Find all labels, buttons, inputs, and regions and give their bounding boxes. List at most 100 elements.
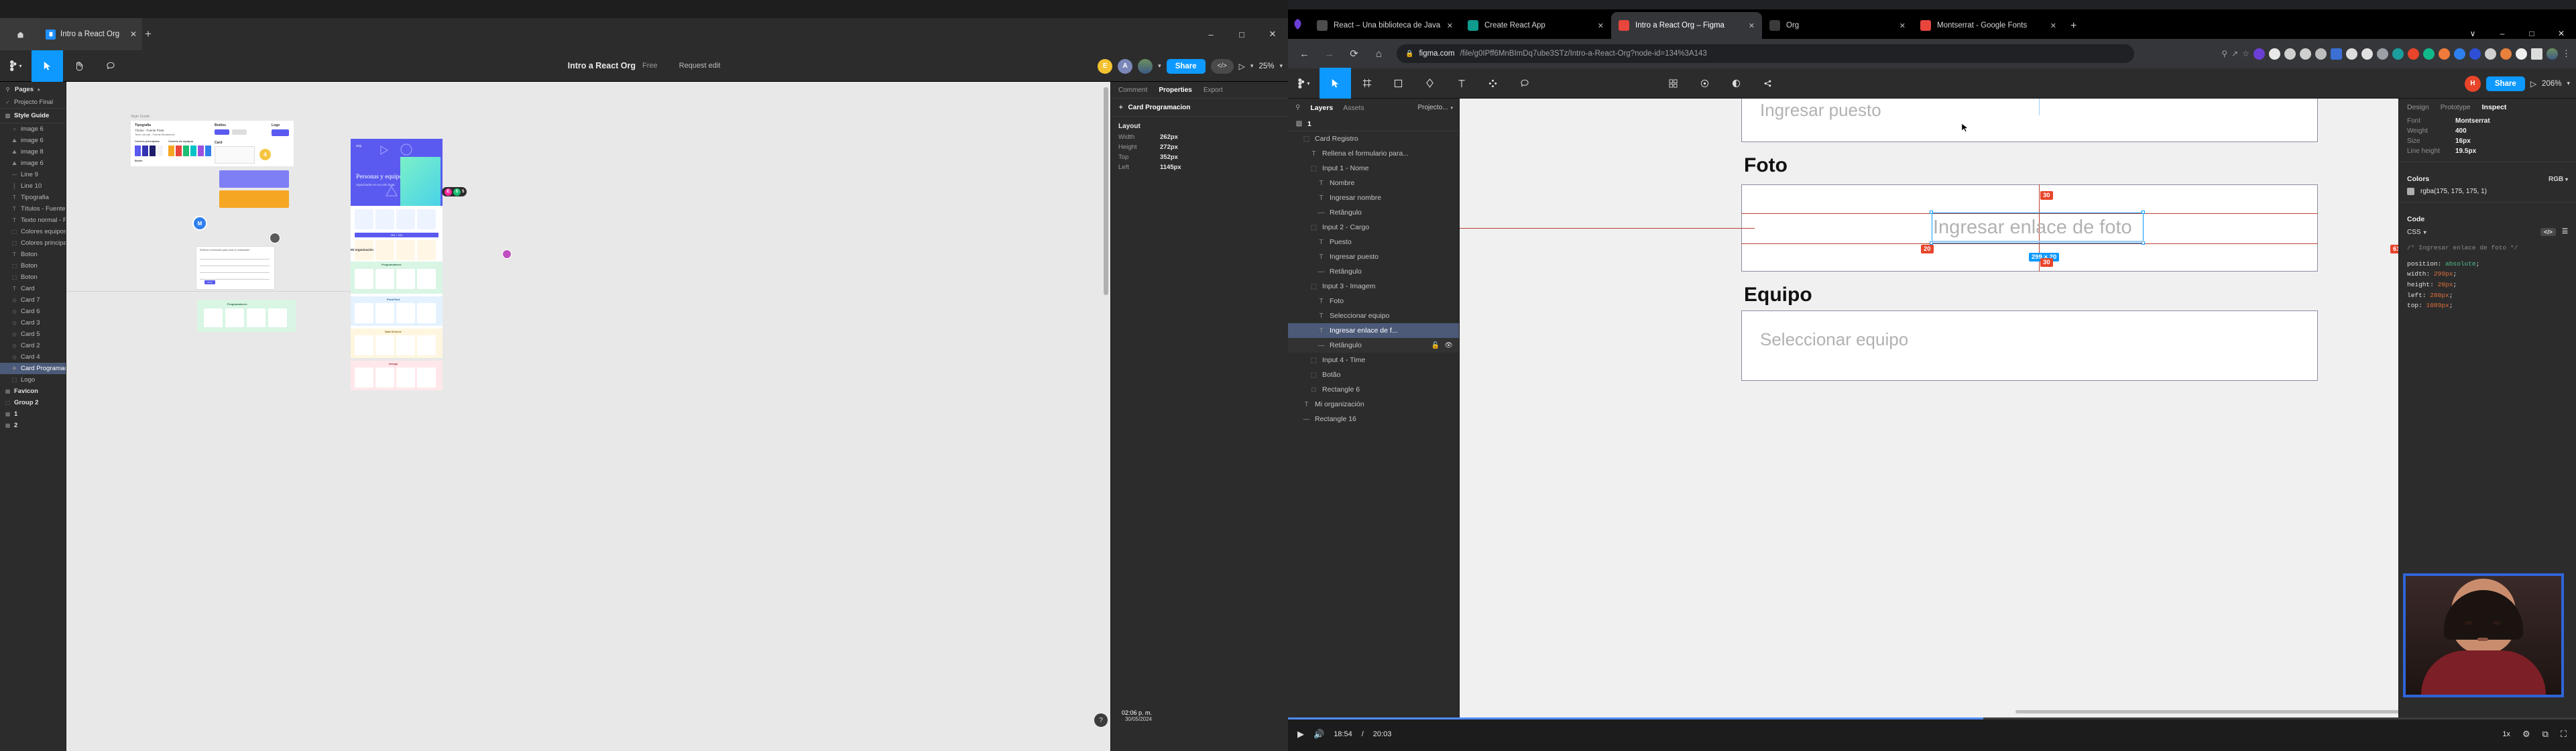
layer-item[interactable]: T Seleccionar equipo xyxy=(1288,308,1459,323)
profile-avatar[interactable] xyxy=(2546,48,2558,60)
layer-item[interactable]: ⬚ Boton xyxy=(0,260,66,272)
layer-item[interactable]: T Foto xyxy=(1288,294,1459,308)
back-icon[interactable]: ← xyxy=(1297,48,1311,60)
chevron-down-icon[interactable]: ▾ xyxy=(1279,62,1283,70)
selection-handle[interactable] xyxy=(1930,211,1933,214)
tab-properties[interactable]: Properties xyxy=(1159,86,1191,94)
share-button[interactable]: Share xyxy=(1166,58,1206,74)
close-icon[interactable]: ✕ xyxy=(1598,21,1604,30)
close-button[interactable]: ✕ xyxy=(1257,18,1288,50)
tab-comment[interactable]: Comment xyxy=(1118,86,1147,94)
layer-item[interactable]: │ Line 10 xyxy=(0,180,66,192)
chevron-up-icon[interactable]: ▴ xyxy=(38,86,40,92)
browser-tab[interactable]: Create React App ✕ xyxy=(1460,12,1611,39)
request-edit-button[interactable]: Request edit xyxy=(679,62,721,70)
maximize-button[interactable]: □ xyxy=(1226,18,1257,50)
layer-item[interactable]: — Line 9 xyxy=(0,169,66,180)
extension-icon[interactable] xyxy=(2253,48,2265,60)
layer-item[interactable]: — Rectangle 16 xyxy=(1288,412,1459,426)
page-item[interactable]: ▦ Favicon xyxy=(0,386,66,397)
figma-menu-icon[interactable]: ▾ xyxy=(0,50,32,82)
layer-item[interactable]: T Tipografia xyxy=(0,192,66,203)
volume-icon[interactable]: 🔊 xyxy=(1313,729,1324,740)
layer-item[interactable]: ⬚ Input 1 - Nome xyxy=(1288,161,1459,176)
layer-item[interactable]: ⬚ Input 2 - Cargo xyxy=(1288,220,1459,235)
canvas-vertical-scrollbar[interactable] xyxy=(1104,87,1108,295)
layer-item[interactable]: □ Rectangle 6 xyxy=(1288,382,1459,397)
fullscreen-icon[interactable]: ⛶ xyxy=(2561,729,2567,740)
close-icon[interactable]: ✕ xyxy=(130,30,137,39)
close-icon[interactable]: ✕ xyxy=(2050,21,2056,30)
browser-tab[interactable]: Montserrat - Google Fonts ✕ xyxy=(1913,12,2064,39)
figma-menu-icon[interactable]: ▾ xyxy=(1288,68,1320,99)
layer-item[interactable]: T Texto normal - Fuente Montse... xyxy=(0,215,66,226)
layer-item[interactable]: T Puesto xyxy=(1288,235,1459,249)
forward-icon[interactable]: → xyxy=(1322,48,1336,60)
close-icon[interactable]: ✕ xyxy=(1899,21,1906,30)
extension-icon[interactable] xyxy=(2361,48,2373,60)
play-icon[interactable]: ▶ xyxy=(1297,729,1304,740)
hand-tool[interactable] xyxy=(63,50,95,82)
layer-item[interactable]: T Nombre xyxy=(1288,176,1459,190)
extension-icon[interactable] xyxy=(2408,48,2419,60)
resources-icon[interactable] xyxy=(1657,68,1689,99)
extension-icon[interactable] xyxy=(2439,48,2450,60)
page-item[interactable]: ⬚ Group 2 xyxy=(0,397,66,408)
reload-icon[interactable]: ⟳ xyxy=(1347,48,1361,60)
extension-icon[interactable] xyxy=(2392,48,2404,60)
color-row[interactable]: rgba(175, 175, 175, 1) xyxy=(2399,186,2576,196)
layer-item[interactable]: ⬚ Colores equipos xyxy=(0,226,66,237)
avatar[interactable]: E xyxy=(1098,58,1113,74)
layer-item[interactable]: ⬚ Logo xyxy=(0,374,66,386)
new-tab-button[interactable]: + xyxy=(145,27,152,41)
eye-icon[interactable]: 👁 xyxy=(1444,342,1453,349)
video-speed[interactable]: 1x xyxy=(2502,730,2510,738)
extension-icon[interactable] xyxy=(2531,48,2542,60)
move-tool[interactable] xyxy=(32,50,63,82)
layer-item[interactable]: T Card xyxy=(0,283,66,294)
extension-icon[interactable] xyxy=(2377,48,2388,60)
zoom-level[interactable]: 206% xyxy=(2542,80,2561,88)
extension-icon[interactable] xyxy=(2469,48,2481,60)
extension-icon[interactable] xyxy=(2485,48,2496,60)
figma-web-canvas[interactable]: Ingresar puesto Foto Ingresar enlace de … xyxy=(1460,99,2398,751)
code-language[interactable]: CSS xyxy=(2407,229,2421,236)
selection-handle[interactable] xyxy=(2142,211,2145,214)
layer-item[interactable]: ❖ Card Programacion xyxy=(0,363,66,374)
extension-icon[interactable] xyxy=(2346,48,2357,60)
layer-item[interactable]: ⬚ Botão xyxy=(1288,367,1459,382)
extension-icon[interactable] xyxy=(2516,48,2527,60)
theme-icon[interactable] xyxy=(1720,68,1752,99)
avatar-photo[interactable] xyxy=(1138,58,1153,74)
extension-icon[interactable] xyxy=(2284,48,2296,60)
layer-item[interactable]: T Ingresar enlace de f... xyxy=(1288,323,1459,338)
layer-item[interactable]: T Mi organización xyxy=(1288,397,1459,412)
tab-export[interactable]: Export xyxy=(1204,86,1223,94)
gear-icon[interactable]: ⚙ xyxy=(2522,729,2530,740)
browser-tab[interactable]: React – Una biblioteca de JavaSc ✕ xyxy=(1309,12,1460,39)
comment-tool[interactable] xyxy=(1509,68,1540,99)
page-item[interactable]: ▦ 1 xyxy=(0,408,66,420)
list-view-button[interactable]: ☰ xyxy=(2562,228,2568,236)
close-icon[interactable]: ✕ xyxy=(1749,21,1755,30)
home-icon[interactable]: ⌂ xyxy=(1372,48,1386,60)
move-tool[interactable] xyxy=(1320,67,1351,99)
browser-tab[interactable]: Org ✕ xyxy=(1762,12,1913,39)
omnibox[interactable]: 🔒 figma.com /file/g0IPff6MnBImDq7ube3STz… xyxy=(1397,44,2134,63)
tab-prototype[interactable]: Prototype xyxy=(2441,103,2471,111)
figma-file-tab[interactable]: Intro a React Org ✕ xyxy=(40,18,142,50)
layer-item[interactable]: — Retângulo 🔓 👁 xyxy=(1288,338,1459,353)
extension-icon[interactable] xyxy=(2315,48,2327,60)
layer-item[interactable]: T Títulos - Fuente Prata xyxy=(0,203,66,215)
extension-icon[interactable] xyxy=(2423,48,2435,60)
layer-item[interactable]: ⬚ Input 3 - Imagem xyxy=(1288,279,1459,294)
layer-item[interactable]: ⛰ image 6 xyxy=(0,135,66,146)
tab-inspect[interactable]: Inspect xyxy=(2482,103,2507,111)
search-icon[interactable]: ⚲ xyxy=(2221,49,2227,58)
extension-icon[interactable] xyxy=(2269,48,2280,60)
layer-item[interactable]: ⛰ image 6 xyxy=(0,158,66,169)
layer-item[interactable]: ⛰ image 8 xyxy=(0,146,66,158)
layer-item[interactable]: T Boton xyxy=(0,249,66,260)
plugins-icon[interactable] xyxy=(1689,68,1720,99)
layer-item[interactable]: ◇ Card 5 xyxy=(0,329,66,340)
